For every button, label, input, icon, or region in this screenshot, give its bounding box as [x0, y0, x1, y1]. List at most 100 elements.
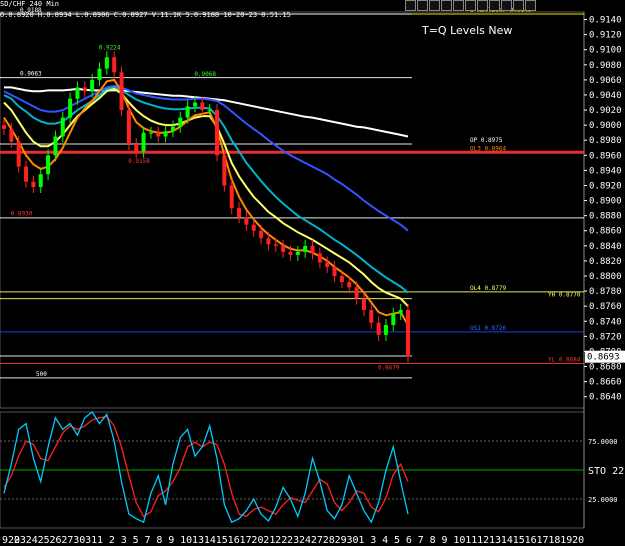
- price-tick-label: 0.9080: [589, 61, 622, 71]
- candle-body: [295, 251, 300, 255]
- price-tick-label: 0.9040: [589, 91, 622, 101]
- price-tick-label: 0.8940: [589, 166, 622, 176]
- price-tick-label: 0.8720: [589, 332, 622, 342]
- cursor-icon[interactable]: [417, 0, 428, 11]
- x-tick-label: 16: [228, 535, 240, 546]
- price-annotation: 0.8679: [378, 365, 400, 372]
- candle-body: [185, 106, 190, 118]
- x-tick-label: 29: [335, 535, 347, 546]
- x-tick-label: 17: [536, 535, 548, 546]
- x-tick-label: 15: [216, 535, 228, 546]
- candle-body: [347, 282, 352, 288]
- price-tick-label: 0.9140: [589, 16, 622, 26]
- price-tick-label: 0.9100: [589, 46, 622, 56]
- x-tick-label: 1: [97, 535, 103, 546]
- x-tick-label: 23: [14, 535, 26, 546]
- candle-body: [16, 141, 21, 167]
- x-tick-label: 20: [572, 535, 584, 546]
- price-tick-label: 0.9060: [589, 76, 622, 86]
- zoom-icon[interactable]: [429, 0, 440, 11]
- candle-body: [24, 166, 29, 182]
- x-tick-label: 9: [441, 535, 447, 546]
- x-tick-label: 19: [560, 535, 572, 546]
- panel-title: T=Q Levels New: [422, 24, 513, 37]
- candle-body: [163, 131, 168, 137]
- pan-icon[interactable]: [453, 0, 464, 11]
- x-tick-label: 16: [525, 535, 537, 546]
- candle-body: [281, 245, 286, 252]
- x-tick-label: 6: [406, 535, 412, 546]
- x-tick-label: 14: [204, 535, 216, 546]
- candle-body: [2, 125, 6, 129]
- level-label: 0.9063: [20, 71, 42, 78]
- pencil-icon[interactable]: [441, 0, 452, 11]
- candle-body: [339, 276, 344, 283]
- x-tick-label: 5: [133, 535, 139, 546]
- x-tick-label: 28: [323, 535, 335, 546]
- x-tick-label: 15: [513, 535, 525, 546]
- candle-body: [222, 155, 227, 186]
- candle-body: [398, 309, 403, 314]
- candle-body: [310, 245, 315, 254]
- candle-body: [134, 144, 139, 152]
- candle-body: [361, 298, 366, 310]
- price-tick-label: 0.8780: [589, 287, 622, 297]
- x-tick-label: 24: [299, 535, 311, 546]
- price-tick-label: 0.8660: [589, 378, 622, 388]
- candle-body: [229, 185, 234, 209]
- crosshair-icon[interactable]: [405, 0, 416, 11]
- x-tick-label: 27: [61, 535, 73, 546]
- line-icon[interactable]: [477, 0, 488, 11]
- candle-body: [38, 174, 43, 187]
- x-tick-label: 10: [453, 535, 465, 546]
- level-label: OP 0.8975: [470, 137, 503, 144]
- candle-body: [207, 110, 212, 112]
- ohlc-readout: O:0.8920 H:0.8934 L:0.8906 C:0.8927 V:11…: [0, 11, 291, 19]
- candle-body: [126, 110, 131, 144]
- x-tick-label: 3: [370, 535, 376, 546]
- x-tick-label: 13: [192, 535, 204, 546]
- candle-body: [75, 87, 80, 99]
- candle-body: [317, 253, 322, 263]
- price-annotation: 0.9158: [128, 158, 150, 165]
- print-icon[interactable]: [525, 0, 536, 11]
- x-tick-label: 31: [85, 535, 97, 546]
- price-annotation: 0.9224: [99, 45, 121, 52]
- level-label: YL 0.8684: [548, 356, 581, 363]
- candle-body: [288, 251, 293, 255]
- candle-body: [244, 217, 249, 225]
- text-icon[interactable]: [465, 0, 476, 11]
- x-tick-label: 27: [311, 535, 323, 546]
- candle-body: [383, 325, 388, 335]
- x-tick-label: 14: [501, 535, 513, 546]
- price-annotation: 0.8930: [11, 211, 33, 218]
- candle-body: [60, 117, 65, 137]
- current-price-label: 0.8693: [587, 353, 620, 363]
- fib-icon[interactable]: [501, 0, 512, 11]
- candle-body: [376, 322, 381, 335]
- candle-body: [148, 132, 153, 134]
- x-tick-label: 30: [73, 535, 85, 546]
- x-tick-label: 23: [287, 535, 299, 546]
- x-tick-label: 20: [251, 535, 263, 546]
- candle-body: [104, 57, 109, 69]
- clear-icon[interactable]: [513, 0, 524, 11]
- level-label: YH 0.8770: [548, 292, 581, 299]
- x-tick-label: 7: [418, 535, 424, 546]
- x-tick-label: 12: [477, 535, 489, 546]
- candle-body: [332, 266, 337, 276]
- x-tick-label: 10: [180, 535, 192, 546]
- candle-body: [354, 287, 359, 299]
- level-label: OL4 0.8779: [470, 285, 507, 292]
- price-tick-label: 0.8980: [589, 136, 622, 146]
- symbol-title: SD/CHF 240 Min: [0, 0, 60, 8]
- price-tick-label: 0.9020: [589, 106, 622, 116]
- candle-body: [97, 68, 102, 80]
- candle-body: [369, 309, 374, 323]
- x-tick-label: 21: [263, 535, 275, 546]
- candle-body: [46, 155, 51, 175]
- candle-body: [156, 132, 161, 137]
- x-tick-label: 13: [489, 535, 501, 546]
- candle-body: [215, 110, 220, 156]
- channel-icon[interactable]: [489, 0, 500, 11]
